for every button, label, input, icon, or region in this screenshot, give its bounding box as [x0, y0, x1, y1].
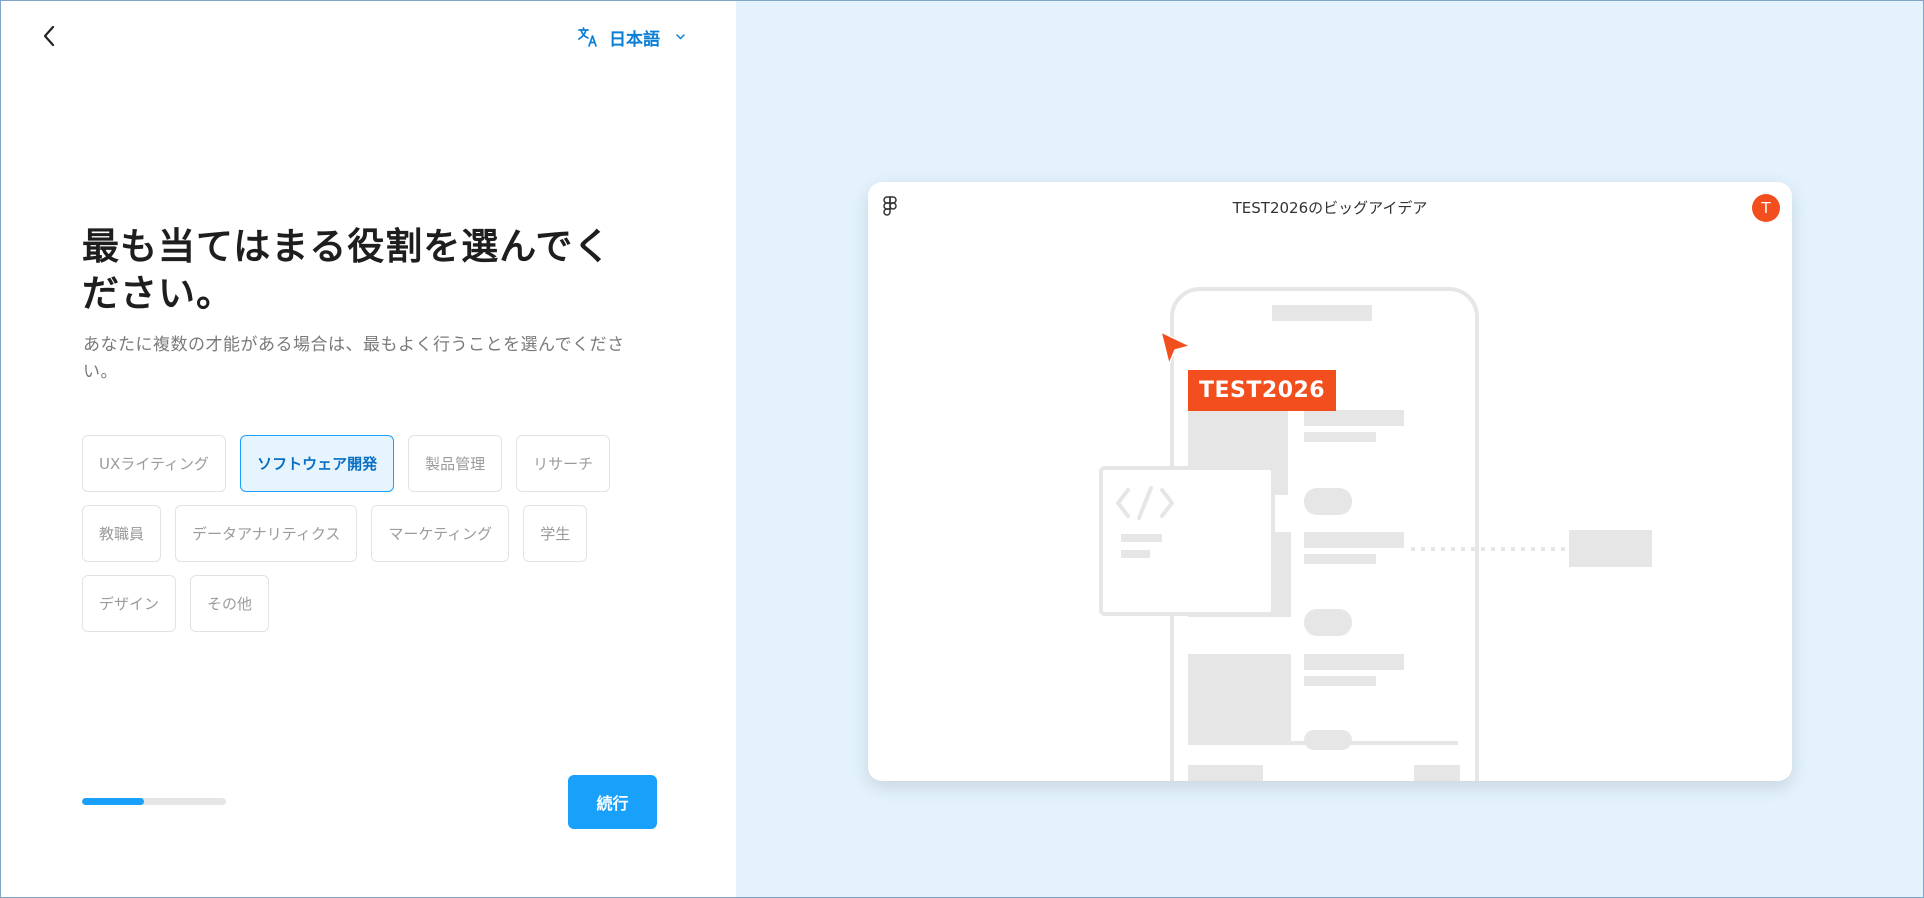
- app-wireframe-illustration: [1099, 287, 1652, 781]
- role-option-chip[interactable]: ソフトウェア開発: [240, 435, 395, 492]
- chevron-left-icon: [43, 25, 55, 47]
- role-option-chip[interactable]: 教職員: [82, 505, 162, 562]
- continue-button[interactable]: 続行: [568, 775, 657, 829]
- role-option-chip[interactable]: データアナリティクス: [175, 505, 358, 562]
- preview-panel: TEST2026のビッグアイデア T TEST2026: [736, 1, 1923, 897]
- chevron-down-icon: [676, 34, 685, 40]
- onboarding-window: 日本語 最も当てはまる役割を選んでください。 あなたに複数の才能がある場合は、最…: [0, 0, 1924, 898]
- preview-card: TEST2026のビッグアイデア T TEST2026: [868, 182, 1792, 781]
- language-label: 日本語: [609, 29, 660, 50]
- role-option-chip[interactable]: リサーチ: [516, 435, 611, 492]
- role-option-chip[interactable]: UXライティング: [82, 435, 227, 492]
- back-button[interactable]: [37, 23, 61, 49]
- role-option-chip[interactable]: デザイン: [82, 575, 177, 632]
- language-selector[interactable]: 日本語: [577, 24, 685, 50]
- progress-fill: [82, 798, 144, 805]
- collaborator-cursor-label: TEST2026: [1188, 370, 1337, 411]
- role-option-chip[interactable]: マーケティング: [371, 505, 510, 562]
- translate-icon: [578, 27, 597, 47]
- role-options: UXライティング ソフトウェア開発 製品管理 リサーチ教職員 データアナリティクス マーケ…: [82, 435, 662, 632]
- page-subtitle: あなたに複数の才能がある場合は、最もよく行うことを選んでください。: [83, 335, 625, 382]
- role-option-chip[interactable]: その他: [190, 575, 270, 632]
- role-option-chip[interactable]: 学生: [523, 505, 588, 562]
- progress-bar: [82, 798, 226, 805]
- page-title: 最も当てはまる役割を選んでください。: [82, 225, 612, 315]
- role-option-chip[interactable]: 製品管理: [408, 435, 503, 492]
- role-selection-panel: 日本語 最も当てはまる役割を選んでください。 あなたに複数の才能がある場合は、最…: [1, 1, 736, 897]
